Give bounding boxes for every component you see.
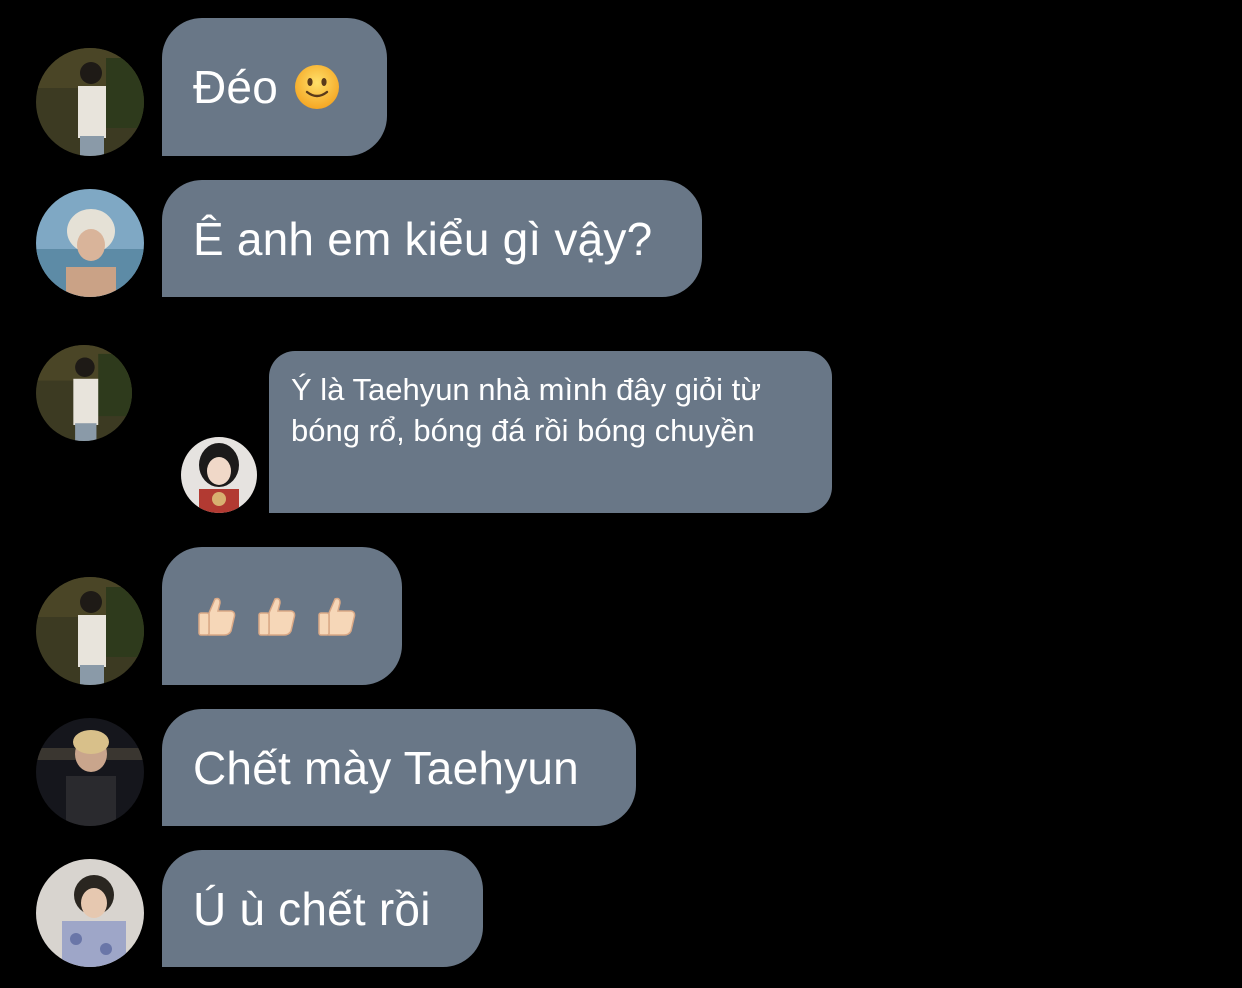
reply-message-bubble[interactable]: Ý là Taehyun nhà mình đây giỏi từ bóng r…	[269, 351, 832, 513]
message-text: Ê anh em kiểu gì vậy?	[193, 212, 653, 265]
message-bubble[interactable]: Đéo	[162, 18, 387, 156]
avatar-user-1[interactable]	[36, 345, 132, 441]
message-text: Ú ù chết rồi	[193, 882, 431, 935]
message-bubble[interactable]: Ú ù chết rồi	[162, 850, 483, 967]
message-text: Chết mày Taehyun	[193, 741, 579, 794]
message-text: Ý là Taehyun nhà mình đây giỏi từ bóng r…	[291, 372, 761, 448]
avatar-user-5[interactable]	[36, 859, 144, 967]
thumbs-up-icon	[193, 593, 239, 639]
avatar-user-1[interactable]	[36, 577, 144, 685]
avatar-user-2[interactable]	[36, 189, 144, 297]
thumbs-up-icon	[253, 593, 299, 639]
avatar-user-4[interactable]	[36, 718, 144, 826]
avatar-user-1[interactable]	[36, 48, 144, 156]
message-text: Đéo	[193, 61, 278, 113]
message-bubble[interactable]	[162, 547, 402, 685]
message-bubble[interactable]: Ê anh em kiểu gì vậy?	[162, 180, 702, 297]
slightly-smiling-face-icon	[294, 64, 340, 110]
message-bubble[interactable]: Chết mày Taehyun	[162, 709, 636, 826]
thumbs-up-icon	[313, 593, 359, 639]
avatar-user-3[interactable]	[181, 437, 257, 513]
